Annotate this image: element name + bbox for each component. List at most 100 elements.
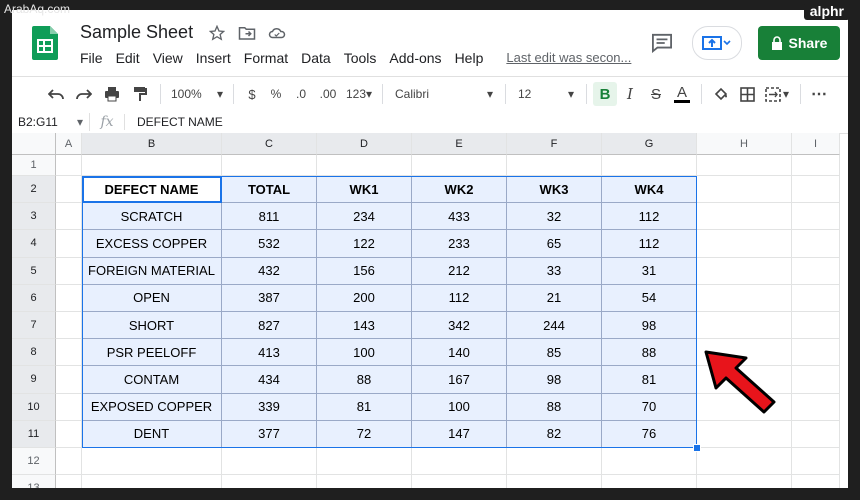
grid-cell[interactable]	[792, 230, 840, 258]
value-cell[interactable]: 88	[317, 366, 412, 394]
name-box[interactable]: B2:G11 ▾	[12, 113, 90, 131]
value-cell[interactable]: 76	[602, 420, 697, 448]
column-header[interactable]: D	[317, 133, 412, 155]
present-button[interactable]	[692, 26, 742, 60]
defect-name-cell[interactable]: FOREIGN MATERIAL	[82, 257, 222, 285]
value-cell[interactable]: 98	[507, 366, 602, 394]
grid-cell[interactable]	[56, 230, 82, 258]
value-cell[interactable]: 434	[222, 366, 317, 394]
grid-cell[interactable]	[507, 448, 602, 476]
grid-cell[interactable]	[697, 230, 792, 258]
print-icon[interactable]	[98, 82, 126, 106]
value-cell[interactable]: 32	[507, 203, 602, 231]
document-title[interactable]: Sample Sheet	[80, 22, 193, 43]
defect-name-cell[interactable]: DENT	[82, 420, 222, 448]
grid-cell[interactable]	[697, 155, 792, 176]
value-cell[interactable]: 212	[412, 257, 507, 285]
grid-cell[interactable]	[792, 420, 840, 448]
grid-cell[interactable]	[222, 448, 317, 476]
grid-cell[interactable]	[602, 448, 697, 476]
grid-cell[interactable]	[56, 257, 82, 285]
value-cell[interactable]: 811	[222, 203, 317, 231]
menu-edit[interactable]: Edit	[114, 50, 145, 66]
value-cell[interactable]: 413	[222, 339, 317, 367]
row-header[interactable]: 10	[12, 393, 56, 421]
value-cell[interactable]: 244	[507, 312, 602, 340]
value-cell[interactable]: 156	[317, 257, 412, 285]
value-cell[interactable]: 122	[317, 230, 412, 258]
column-header[interactable]: H	[697, 133, 792, 155]
grid-cell[interactable]	[602, 155, 697, 176]
grid-cell[interactable]	[602, 475, 697, 488]
value-cell[interactable]: 21	[507, 284, 602, 312]
defect-name-cell[interactable]: SHORT	[82, 312, 222, 340]
menu-insert[interactable]: Insert	[194, 50, 236, 66]
grid-cell[interactable]	[56, 312, 82, 340]
defect-name-cell[interactable]: OPEN	[82, 284, 222, 312]
value-cell[interactable]: 82	[507, 420, 602, 448]
cloud-saved-icon[interactable]	[268, 24, 286, 42]
value-cell[interactable]: 70	[602, 393, 697, 421]
row-header[interactable]: 1	[12, 155, 56, 176]
defect-name-cell[interactable]: CONTAM	[82, 366, 222, 394]
grid-cell[interactable]	[697, 312, 792, 340]
grid-cell[interactable]	[56, 284, 82, 312]
row-header[interactable]: 11	[12, 420, 56, 448]
grid-cell[interactable]	[82, 155, 222, 176]
value-cell[interactable]: 98	[602, 312, 697, 340]
value-cell[interactable]: 112	[412, 284, 507, 312]
grid-cell[interactable]	[697, 257, 792, 285]
grid-cell[interactable]	[697, 448, 792, 476]
undo-icon[interactable]	[42, 82, 70, 106]
grid-cell[interactable]	[697, 475, 792, 488]
value-cell[interactable]: 140	[412, 339, 507, 367]
table-header-cell[interactable]: WK1	[317, 176, 412, 204]
value-cell[interactable]: 233	[412, 230, 507, 258]
grid-cell[interactable]	[792, 155, 840, 176]
table-header-cell[interactable]: DEFECT NAME	[82, 176, 222, 204]
last-edit-link[interactable]: Last edit was secon...	[506, 50, 631, 66]
redo-icon[interactable]	[70, 82, 98, 106]
value-cell[interactable]: 112	[602, 203, 697, 231]
more-options-icon[interactable]: ⋯	[807, 82, 831, 106]
decrease-decimal-button[interactable]: .0	[288, 82, 314, 106]
column-header[interactable]: E	[412, 133, 507, 155]
grid-cell[interactable]	[792, 393, 840, 421]
value-cell[interactable]: 433	[412, 203, 507, 231]
grid-cell[interactable]	[56, 475, 82, 488]
grid-cell[interactable]	[792, 284, 840, 312]
menu-tools[interactable]: Tools	[342, 50, 382, 66]
grid-cell[interactable]	[222, 155, 317, 176]
value-cell[interactable]: 342	[412, 312, 507, 340]
value-cell[interactable]: 167	[412, 366, 507, 394]
column-header[interactable]: A	[56, 133, 82, 155]
grid-cell[interactable]	[317, 475, 412, 488]
defect-name-cell[interactable]: PSR PEELOFF	[82, 339, 222, 367]
text-color-button[interactable]: A	[669, 82, 695, 106]
grid-cell[interactable]	[792, 366, 840, 394]
grid-cell[interactable]	[412, 475, 507, 488]
bold-button[interactable]: B	[593, 82, 617, 106]
menu-view[interactable]: View	[151, 50, 188, 66]
value-cell[interactable]: 339	[222, 393, 317, 421]
table-header-cell[interactable]: WK3	[507, 176, 602, 204]
grid-cell[interactable]	[507, 475, 602, 488]
defect-name-cell[interactable]: SCRATCH	[82, 203, 222, 231]
menu-help[interactable]: Help	[453, 50, 489, 66]
value-cell[interactable]: 827	[222, 312, 317, 340]
grid-cell[interactable]	[82, 475, 222, 488]
row-header[interactable]: 5	[12, 257, 56, 285]
currency-format-button[interactable]: $	[240, 82, 264, 106]
menu-format[interactable]: Format	[242, 50, 293, 66]
more-formats-button[interactable]: 123 ▾	[342, 82, 376, 106]
grid-cell[interactable]	[697, 176, 792, 204]
table-header-cell[interactable]: TOTAL	[222, 176, 317, 204]
row-header[interactable]: 8	[12, 339, 56, 367]
grid-cell[interactable]	[56, 393, 82, 421]
menu-file[interactable]: File	[78, 50, 108, 66]
row-header[interactable]: 2	[12, 176, 56, 204]
zoom-select[interactable]: 100% ▾	[167, 82, 227, 106]
row-header[interactable]: 7	[12, 312, 56, 340]
grid-cell[interactable]	[792, 312, 840, 340]
grid-cell[interactable]	[56, 448, 82, 476]
